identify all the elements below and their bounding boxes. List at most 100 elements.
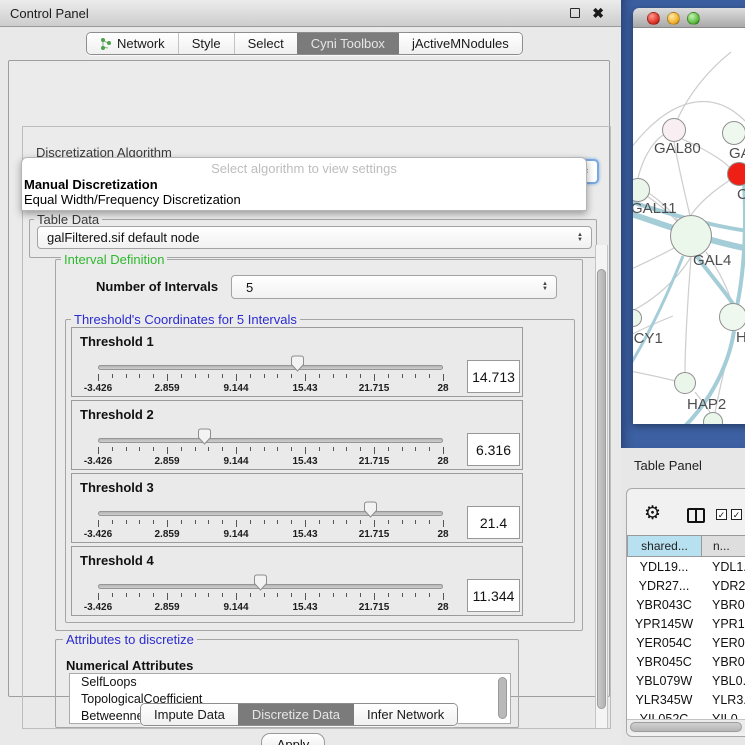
- slider-tick: [112, 520, 113, 524]
- vertical-scrollbar-thumb[interactable]: [597, 269, 606, 709]
- threshold-panel-1: Threshold 1-3.4262.8599.14415.4321.71528: [71, 327, 523, 397]
- close-traffic-light-icon[interactable]: [647, 12, 660, 25]
- number-of-intervals-label: Number of Intervals: [93, 279, 221, 294]
- tab-impute-data[interactable]: Impute Data: [141, 704, 238, 725]
- table-cell-name[interactable]: YLR3...: [701, 691, 745, 710]
- table-column-header-name[interactable]: n...: [701, 535, 745, 557]
- tab-jactivemnodules[interactable]: jActiveMNodules: [398, 33, 522, 54]
- table-cell-shared-name[interactable]: YDL19...: [627, 558, 701, 577]
- table-cell-shared-name[interactable]: YDR27...: [627, 577, 701, 596]
- slider-tick: [415, 374, 416, 378]
- network-node-gal4[interactable]: [670, 215, 712, 257]
- slider-handle[interactable]: [363, 501, 378, 518]
- slider-tick: [222, 374, 223, 378]
- table-cell-name[interactable]: YER0...: [701, 634, 745, 653]
- slider-tick: [319, 374, 320, 378]
- split-columns-icon[interactable]: [687, 508, 705, 523]
- network-node-ga[interactable]: [722, 121, 745, 145]
- slider-tick: [402, 593, 403, 597]
- threshold-label: Threshold 4: [80, 553, 154, 568]
- slider-handle[interactable]: [253, 574, 268, 591]
- network-node-label: GA: [729, 145, 745, 162]
- slider-tick: [374, 520, 375, 527]
- close-icon[interactable]: ✖: [592, 5, 604, 22]
- number-of-intervals-combobox[interactable]: 5 ▲▼: [231, 275, 557, 299]
- slider-handle[interactable]: [197, 428, 212, 445]
- tab-cyni-toolbox[interactable]: Cyni Toolbox: [297, 33, 398, 54]
- tab-style[interactable]: Style: [178, 33, 234, 54]
- table-cell-shared-name[interactable]: YPR145W: [627, 615, 701, 634]
- group-label-thresholds: Threshold's Coordinates for 5 Intervals: [71, 312, 300, 327]
- slider-track[interactable]: [98, 584, 443, 589]
- table-cell-shared-name[interactable]: YLR345W: [627, 691, 701, 710]
- slider-tick: [264, 520, 265, 524]
- vertical-scrollbar[interactable]: [595, 245, 608, 728]
- slider-tick: [181, 374, 182, 378]
- slider-track[interactable]: [98, 511, 443, 516]
- table-cell-name[interactable]: YDL1...: [701, 558, 745, 577]
- slider-track[interactable]: [98, 365, 443, 370]
- network-node-c[interactable]: [727, 162, 745, 186]
- tab-label: Style: [192, 36, 221, 51]
- table-column-header-shared[interactable]: shared...: [627, 535, 702, 557]
- tab-infer-network[interactable]: Infer Network: [353, 704, 457, 725]
- horizontal-scrollbar-thumb[interactable]: [630, 722, 742, 732]
- slider-tick: [360, 593, 361, 597]
- threshold-value-input[interactable]: [467, 433, 520, 466]
- tab-select[interactable]: Select: [234, 33, 297, 54]
- table-data-combobox[interactable]: galFiltered.sif default node ▲▼: [37, 226, 592, 249]
- network-node-gal80[interactable]: [662, 118, 686, 142]
- table-cell-shared-name[interactable]: YBL079W: [627, 672, 701, 691]
- table-cell-name[interactable]: YDR2...: [701, 577, 745, 596]
- algorithm-dropdown-popup: Select algorithm to view settings Manual…: [21, 157, 587, 211]
- tab-label: Select: [248, 36, 284, 51]
- checkbox-icon[interactable]: ✓: [731, 509, 742, 520]
- table-cell-name[interactable]: YBR0...: [701, 653, 745, 672]
- table-cell-shared-name[interactable]: YBR045C: [627, 653, 701, 672]
- algorithm-option-equal-width[interactable]: Equal Width/Frequency Discretization: [24, 192, 241, 207]
- threshold-value-input[interactable]: [467, 506, 520, 539]
- threshold-panel-3: Threshold 3-3.4262.8599.14415.4321.71528: [71, 473, 523, 543]
- threshold-value-input[interactable]: [467, 579, 520, 612]
- slider-tick: [250, 447, 251, 451]
- slider-tick: [195, 593, 196, 597]
- network-icon: [100, 37, 112, 51]
- slider-handle[interactable]: [290, 355, 305, 372]
- network-node-label: GAL4: [693, 252, 731, 269]
- slider-tick-label: 15.43: [292, 456, 317, 467]
- tab-network[interactable]: Network: [87, 33, 178, 54]
- slider-tick: [388, 520, 389, 524]
- gear-icon[interactable]: ⚙: [644, 504, 661, 523]
- network-canvas[interactable]: GAL80GACGAL11GAL4GCY1HHAP2: [633, 28, 745, 424]
- slider-tick: [208, 593, 209, 597]
- checkbox-icon[interactable]: ✓: [716, 509, 727, 520]
- slider-tick: [208, 447, 209, 451]
- slider-tick-label: 21.715: [359, 456, 390, 467]
- threshold-value-input[interactable]: [467, 360, 520, 393]
- apply-button[interactable]: Apply: [261, 733, 325, 745]
- slider-tick-label: 28: [437, 602, 448, 613]
- minimize-traffic-light-icon[interactable]: [667, 12, 680, 25]
- slider-track[interactable]: [98, 438, 443, 443]
- horizontal-scrollbar[interactable]: [627, 719, 745, 733]
- tab-discretize-data[interactable]: Discretize Data: [238, 704, 353, 725]
- table-cell-shared-name[interactable]: YBR043C: [627, 596, 701, 615]
- slider-tick: [333, 593, 334, 597]
- network-node-h[interactable]: [719, 303, 745, 331]
- network-node-label: C: [737, 186, 745, 203]
- slider-tick-label: 28: [437, 456, 448, 467]
- float-window-icon[interactable]: [570, 8, 580, 18]
- attributes-scrollbar-thumb[interactable]: [498, 677, 507, 719]
- zoom-traffic-light-icon[interactable]: [687, 12, 700, 25]
- slider-tick: [333, 374, 334, 378]
- window-title: Control Panel: [10, 0, 89, 27]
- network-node-hap2[interactable]: [674, 372, 696, 394]
- attribute-list-item[interactable]: SelfLoops: [70, 674, 510, 691]
- algorithm-option-manual[interactable]: Manual Discretization: [24, 177, 158, 192]
- table-cell-name[interactable]: YPR1...: [701, 615, 745, 634]
- slider-tick: [98, 520, 99, 527]
- table-cell-name[interactable]: YBL0...: [701, 672, 745, 691]
- table-cell-shared-name[interactable]: YER054C: [627, 634, 701, 653]
- table-cell-name[interactable]: YBR0...: [701, 596, 745, 615]
- slider-tick: [250, 374, 251, 378]
